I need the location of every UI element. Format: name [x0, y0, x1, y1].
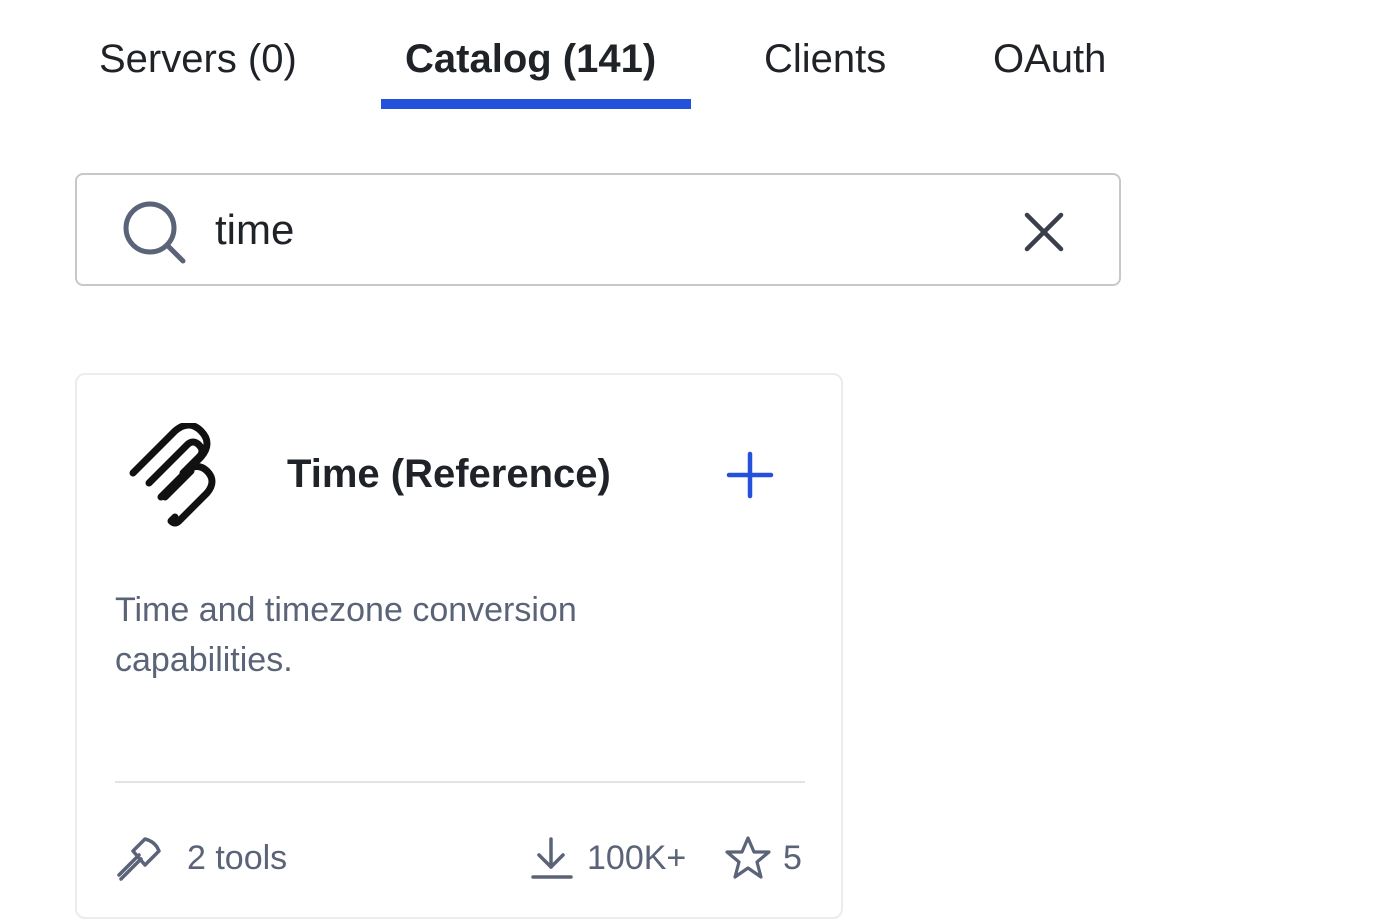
search-icon: [123, 201, 186, 264]
download-icon: [531, 837, 573, 879]
tab-clients[interactable]: Clients: [764, 34, 886, 84]
card-divider: [115, 781, 805, 783]
catalog-card[interactable]: Time (Reference) Time and timezone conve…: [75, 373, 843, 919]
search-box: [75, 173, 1121, 286]
tab-bar: Servers (0) Catalog (141) Clients OAuth: [0, 0, 1400, 112]
close-icon[interactable]: [1021, 209, 1067, 255]
card-description: Time and timezone conversion capabilitie…: [115, 591, 577, 679]
tools-count: 2 tools: [187, 839, 288, 877]
tab-oauth[interactable]: OAuth: [993, 34, 1106, 84]
stars-count: 5: [783, 839, 802, 877]
active-tab-indicator: [381, 99, 691, 109]
plus-icon[interactable]: [726, 451, 774, 499]
tab-catalog[interactable]: Catalog (141): [405, 34, 656, 84]
card-title: Time (Reference): [287, 452, 611, 496]
star-icon: [725, 836, 771, 879]
hammer-icon: [117, 837, 161, 881]
downloads-count: 100K+: [587, 839, 687, 877]
tab-servers[interactable]: Servers (0): [99, 34, 297, 84]
search-input[interactable]: [215, 199, 995, 261]
mcp-logo-icon: [129, 423, 216, 527]
